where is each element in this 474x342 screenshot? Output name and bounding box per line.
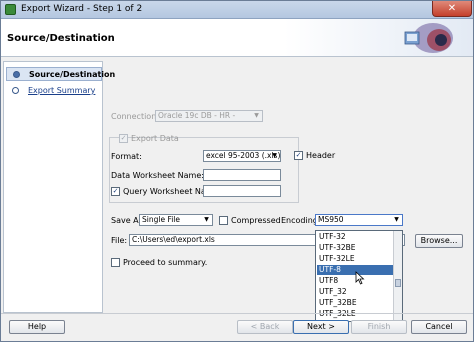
wizard-logo-icon [404, 23, 453, 53]
header-label: Header [306, 151, 336, 160]
query-worksheet-input[interactable] [203, 185, 281, 197]
save-as-select[interactable]: Single File ▼ [139, 214, 213, 226]
proceed-label: Proceed to summary. [123, 258, 208, 267]
window-title: Export Wizard - Step 1 of 2 [21, 4, 143, 14]
encoding-option[interactable]: UTF_32 [317, 287, 393, 297]
app-icon [5, 4, 16, 15]
close-button[interactable]: ✕ [432, 1, 472, 17]
data-worksheet-label: Data Worksheet Name: [111, 171, 204, 180]
chevron-down-icon: ▼ [394, 216, 399, 223]
step-active-icon [13, 71, 20, 78]
next-button[interactable]: Next > [293, 320, 349, 334]
nav-item-label: Export Summary [28, 86, 96, 95]
scrollbar-thumb[interactable] [395, 279, 401, 287]
page-title: Source/Destination [7, 33, 115, 44]
encoding-option[interactable]: UTF_32LE [317, 309, 393, 319]
connection-value: Oracle 19c DB - HR - [158, 111, 236, 120]
cancel-button[interactable]: Cancel [411, 320, 467, 334]
file-label: File: [111, 236, 128, 245]
data-worksheet-input[interactable] [203, 169, 281, 181]
export-data-checkbox: ✓ [119, 134, 128, 143]
nav-item-label: Source/Destination [29, 70, 116, 79]
chevron-down-icon: ▼ [272, 152, 277, 159]
nav-item-source-destination[interactable]: Source/Destination [6, 67, 115, 81]
help-button[interactable]: Help [9, 320, 65, 334]
encoding-value: MS950 [318, 215, 344, 224]
wizard-content: Connection: Oracle 19c DB - HR - ▼ ✓ Exp… [105, 61, 471, 322]
save-as-value: Single File [142, 215, 180, 224]
wizard-header: Source/Destination [1, 19, 473, 57]
header-checkbox[interactable]: ✓ [294, 151, 303, 160]
encoding-option[interactable]: UTF-32BE [317, 243, 393, 253]
proceed-checkbox[interactable] [111, 258, 120, 267]
mouse-pointer-icon [355, 271, 365, 285]
finish-button[interactable]: Finish [351, 320, 407, 334]
chevron-down-icon: ▼ [254, 112, 259, 119]
query-worksheet-checkbox[interactable]: ✓ [111, 187, 120, 196]
dropdown-scrollbar[interactable] [393, 231, 402, 321]
format-label: Format: [111, 152, 142, 161]
footer-divider [1, 313, 473, 314]
encoding-select[interactable]: MS950 ▼ [315, 214, 403, 226]
connection-select: Oracle 19c DB - HR - ▼ [155, 110, 263, 122]
encoding-option[interactable]: UTF-32LE [317, 254, 393, 264]
chevron-down-icon: ▼ [204, 216, 209, 223]
wizard-step-nav: Source/Destination Export Summary [3, 61, 115, 313]
compressed-checkbox[interactable] [219, 216, 228, 225]
encoding-option[interactable]: UTF_32BE [317, 298, 393, 308]
back-button[interactable]: < Back [237, 320, 293, 334]
connection-label: Connection: [111, 112, 159, 121]
step-pending-icon [12, 87, 19, 94]
compressed-label: Compressed [231, 216, 281, 225]
browse-button[interactable]: Browse... [415, 234, 463, 248]
nav-item-export-summary[interactable]: Export Summary [6, 84, 102, 98]
encoding-option[interactable]: UTF-32 [317, 232, 393, 242]
format-select[interactable]: excel 95-2003 (.xls) ▼ [203, 150, 281, 162]
export-wizard-window: Export Wizard - Step 1 of 2 ✕ Source/Des… [0, 0, 474, 342]
title-bar: Export Wizard - Step 1 of 2 ✕ [1, 1, 473, 19]
export-data-label: Export Data [131, 134, 179, 143]
